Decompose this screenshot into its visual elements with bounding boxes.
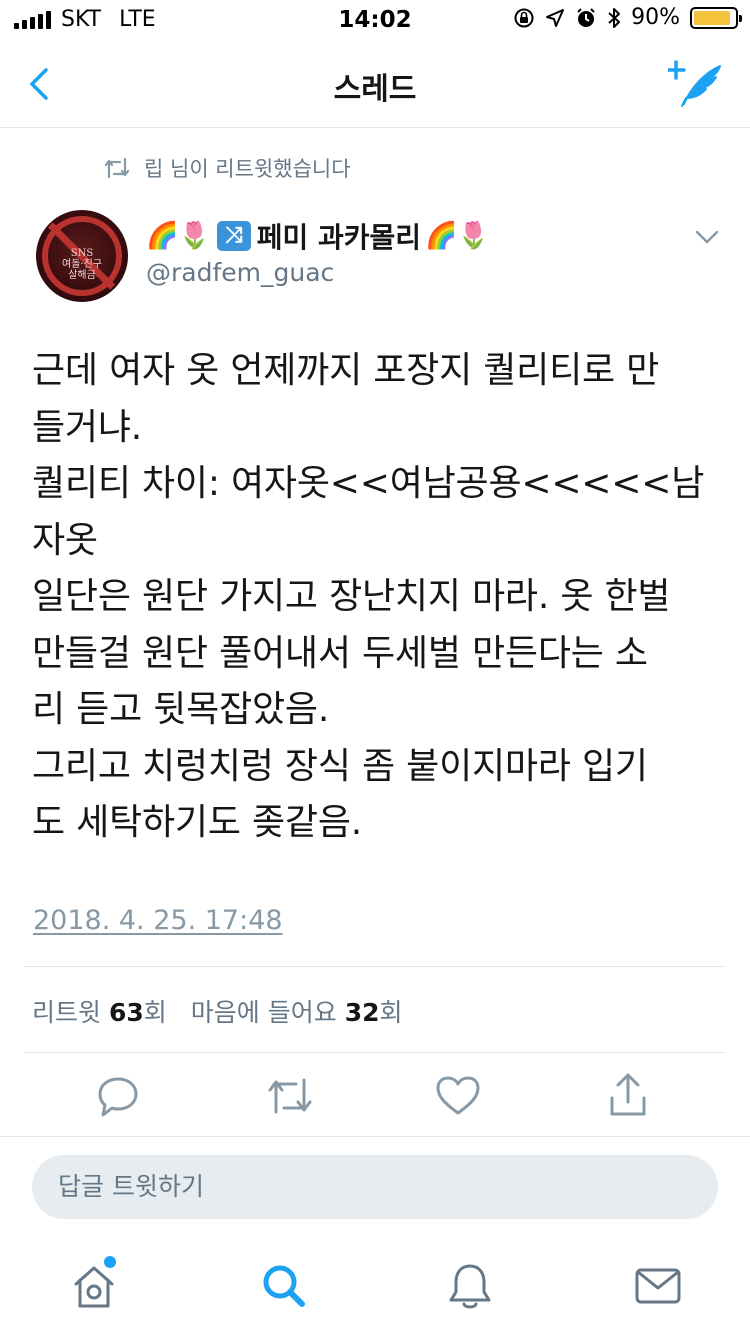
divider bbox=[0, 1136, 750, 1137]
avatar-text: SNS 여돌·친구 살해금 bbox=[62, 248, 102, 281]
battery-fill bbox=[694, 10, 730, 25]
retweet-stat[interactable]: 리트윗 63회 bbox=[32, 993, 167, 1029]
like-unit: 회 bbox=[379, 998, 403, 1027]
retweet-icon bbox=[104, 157, 130, 179]
tweet-actions bbox=[0, 1070, 750, 1126]
tweet-stats: 리트윗 63회 마음에 들어요 32회 bbox=[32, 993, 403, 1029]
display-name-emoji-right: 🌈🌷 bbox=[425, 221, 490, 251]
retweet-context-text: 립 님이 리트윗했습니다 bbox=[144, 157, 351, 181]
battery-percent: 90% bbox=[631, 5, 680, 30]
reply-icon[interactable] bbox=[92, 1070, 144, 1122]
retweet-stat-label: 리트윗 bbox=[32, 998, 102, 1027]
search-icon[interactable] bbox=[254, 1258, 314, 1314]
messages-icon[interactable] bbox=[628, 1258, 688, 1314]
chevron-down-icon[interactable] bbox=[694, 228, 720, 246]
reply-input[interactable]: 답글 트윗하기 bbox=[32, 1155, 718, 1219]
retweet-unit: 회 bbox=[143, 998, 167, 1027]
bluetooth-icon bbox=[608, 7, 621, 28]
display-name-emoji-left: 🌈🌷 bbox=[146, 221, 211, 251]
notification-dot bbox=[104, 1256, 116, 1268]
page-title: 스레드 bbox=[333, 72, 417, 107]
user-handle[interactable]: @radfem_guac bbox=[146, 258, 490, 287]
compose-tweet-icon[interactable] bbox=[668, 58, 724, 110]
retweet-context[interactable]: 립 님이 리트윗했습니다 bbox=[104, 153, 351, 183]
display-name-text: 페미 과카몰리 bbox=[256, 221, 422, 254]
tweet-author[interactable]: 🌈🌷 ⤨ 페미 과카몰리 🌈🌷 @radfem_guac bbox=[146, 218, 490, 287]
tweet-timestamp[interactable]: 2018. 4. 25. 17:48 bbox=[33, 905, 283, 936]
location-icon bbox=[546, 8, 565, 27]
orientation-lock-icon bbox=[514, 8, 534, 27]
status-bar: SKT LTE 14:02 90% bbox=[0, 0, 750, 40]
retweet-count: 63 bbox=[108, 998, 144, 1027]
avatar[interactable]: SNS 여돌·친구 살해금 bbox=[36, 210, 128, 302]
notifications-icon[interactable] bbox=[440, 1258, 500, 1314]
like-icon[interactable] bbox=[432, 1070, 484, 1122]
shuffle-emoji: ⤨ bbox=[216, 221, 251, 251]
tweet-text: 근데 여자 옷 언제까지 포장지 퀄리티로 만 들거냐. 퀄리티 차이: 여자옷… bbox=[32, 350, 705, 843]
display-name[interactable]: 🌈🌷 ⤨ 페미 과카몰리 🌈🌷 bbox=[146, 218, 490, 254]
status-right: 90% bbox=[513, 5, 742, 30]
like-stat-label: 마음에 들어요 bbox=[190, 998, 337, 1027]
alarm-icon bbox=[577, 7, 595, 27]
battery-icon bbox=[690, 6, 742, 29]
retweet-icon[interactable] bbox=[264, 1070, 316, 1122]
navigation-bar: 스레드 bbox=[0, 40, 750, 128]
home-icon[interactable] bbox=[64, 1258, 124, 1314]
like-count: 32 bbox=[344, 998, 380, 1027]
divider bbox=[24, 966, 726, 967]
divider bbox=[24, 1052, 726, 1053]
like-stat[interactable]: 마음에 들어요 32회 bbox=[191, 993, 403, 1029]
share-icon[interactable] bbox=[602, 1070, 654, 1122]
